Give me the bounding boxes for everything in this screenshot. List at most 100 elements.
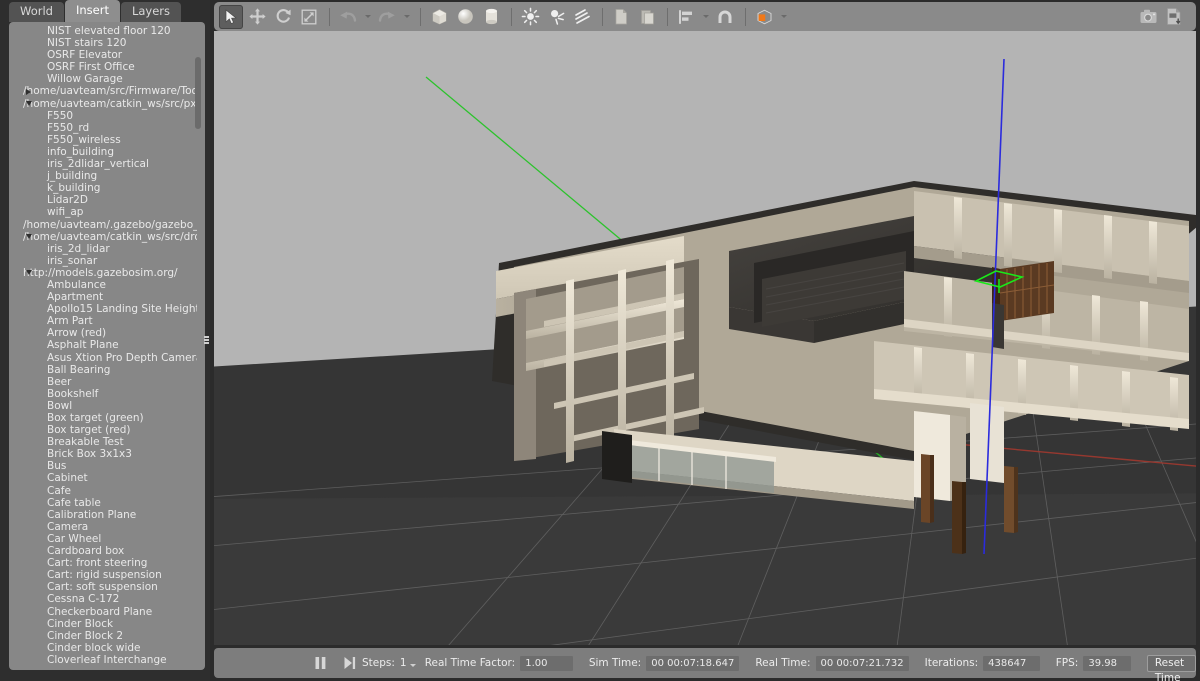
model-list-item[interactable]: Cinder Block [11,618,197,630]
model-list-item[interactable]: Apollo15 Landing Site Heightma... [11,303,197,315]
model-list-item[interactable]: Ball Bearing [11,364,197,376]
undo-dropdown-caret[interactable] [362,5,373,29]
model-list-item[interactable]: Camera [11,521,197,533]
paste-button[interactable] [635,5,659,29]
tab-world[interactable]: World [9,2,64,22]
undo-button[interactable] [336,5,360,29]
model-list-item[interactable]: OSRF First Office [11,61,197,73]
insert-cylinder-button[interactable] [479,5,503,29]
step-forward-button[interactable] [343,653,356,673]
rotate-mode-button[interactable] [271,5,295,29]
steps-value[interactable]: 1 [400,657,407,669]
camera-icon [1140,9,1156,23]
model-list-item[interactable]: Cardboard box [11,545,197,557]
model-list-item[interactable]: info_building [11,146,197,158]
model-list-item[interactable]: Asus Xtion Pro Depth Camera [11,352,197,364]
model-list-group[interactable]: /home/uavteam/src/Firmware/Tool... [11,85,197,97]
align-button[interactable] [674,5,698,29]
model-list-item[interactable]: NIST elevated floor 120 [11,25,197,37]
model-list-item[interactable]: Box target (green) [11,412,197,424]
translate-mode-button[interactable] [245,5,269,29]
model-list-item[interactable]: Calibration Plane [11,509,197,521]
model-list-item[interactable]: Bowl [11,400,197,412]
tab-insert[interactable]: Insert [64,0,120,22]
point-light-button[interactable] [518,5,542,29]
scene-toolbar [214,2,1196,31]
chevron-down-icon[interactable] [26,101,32,107]
model-list-item[interactable]: Cafe table [11,497,197,509]
model-list-item[interactable]: j_building [11,170,197,182]
insert-box-button[interactable] [427,5,451,29]
model-list-item[interactable]: NIST stairs 120 [11,37,197,49]
model-list-item[interactable]: Box target (red) [11,424,197,436]
model-list-item[interactable]: Cart: soft suspension [11,581,197,593]
model-list-item[interactable]: k_building [11,182,197,194]
chevron-down-icon[interactable] [26,234,32,240]
model-list-item[interactable]: Apartment [11,291,197,303]
model-list-item[interactable]: Bookshelf [11,388,197,400]
model-list-item[interactable]: Willow Garage [11,73,197,85]
model-list-item[interactable]: wifi_ap [11,206,197,218]
model-list-group[interactable]: /home/uavteam/catkin_ws/src/dro... [11,231,197,243]
model-list-item[interactable]: Cinder block wide [11,642,197,654]
snap-button[interactable] [713,5,737,29]
spot-light-button[interactable] [544,5,568,29]
chevron-right-icon[interactable] [26,88,31,95]
model-list-item[interactable]: Beer [11,376,197,388]
steps-dropdown-caret[interactable] [409,663,416,667]
3d-viewport[interactable] [214,31,1196,645]
model-list-item[interactable]: F550_rd [11,122,197,134]
model-list-scroll-thumb[interactable] [195,57,201,129]
model-list-group[interactable]: http://models.gazebosim.org/ [11,267,197,279]
model-list-item[interactable]: iris_2dlidar_vertical [11,158,197,170]
model-list-item-label: NIST stairs 120 [47,37,127,50]
model-list-item-label: Box target (green) [47,412,144,424]
model-list-item[interactable]: Checkerboard Plane [11,606,197,618]
model-list-item[interactable]: Arrow (red) [11,327,197,339]
scale-mode-button[interactable] [297,5,321,29]
model-list-item[interactable]: iris_sonar [11,255,197,267]
pause-button[interactable] [314,653,327,673]
chevron-down-icon[interactable] [26,270,32,276]
model-list-item[interactable]: Bus [11,460,197,472]
log-record-button[interactable] [1162,5,1186,29]
directional-light-button[interactable] [570,5,594,29]
panel-splitter-handle[interactable] [203,332,210,348]
model-list-item[interactable]: Car Wheel [11,533,197,545]
model-list-item[interactable]: Cart: front steering [11,557,197,569]
model-list-item[interactable]: Breakable Test [11,436,197,448]
model-list-group[interactable]: /home/uavteam/.gazebo/gazebo_... [11,219,197,231]
model-list-group[interactable]: /home/uavteam/catkin_ws/src/px4... [11,98,197,110]
model-list-item[interactable]: Arm Part [11,315,197,327]
model-list-item[interactable]: F550_wireless [11,134,197,146]
model-list-item[interactable]: F550 [11,110,197,122]
screenshot-button[interactable] [1136,5,1160,29]
model-list-item[interactable]: Asphalt Plane [11,339,197,351]
view-angle-button[interactable] [752,5,776,29]
view-angle-dropdown-caret[interactable] [778,5,789,29]
directional-light-icon [574,9,590,24]
align-dropdown-caret[interactable] [700,5,711,29]
model-list-item[interactable]: Lidar2D [11,194,197,206]
model-list-item[interactable]: Cessna C-172 [11,593,197,605]
redo-dropdown-caret[interactable] [401,5,412,29]
redo-button[interactable] [375,5,399,29]
model-list-item[interactable]: Cart: rigid suspension [11,569,197,581]
copy-button[interactable] [609,5,633,29]
model-list-item[interactable]: Brick Box 3x1x3 [11,448,197,460]
model-list-item[interactable]: Ambulance [11,279,197,291]
model-list-item[interactable]: Cabinet [11,472,197,484]
model-list-item[interactable]: Cloverleaf Interchange [11,654,197,666]
model-list-item[interactable]: Cafe [11,485,197,497]
model-list-item-label: wifi_ap [47,206,84,219]
model-list-item[interactable]: Cinder Block 2 [11,630,197,642]
model-list-scrollbar[interactable] [195,52,201,664]
tab-layers[interactable]: Layers [120,2,182,22]
reset-time-button[interactable]: Reset Time [1146,654,1197,681]
select-mode-button[interactable] [219,4,243,29]
model-list-item[interactable]: OSRF Elevator [11,49,197,61]
model-list-item[interactable]: iris_2d_lidar [11,243,197,255]
model-list-item-label: Cabinet [47,472,88,485]
model-tree-list[interactable]: NIST elevated floor 120 NIST stairs 120 OS… [11,25,197,668]
insert-sphere-button[interactable] [453,5,477,29]
